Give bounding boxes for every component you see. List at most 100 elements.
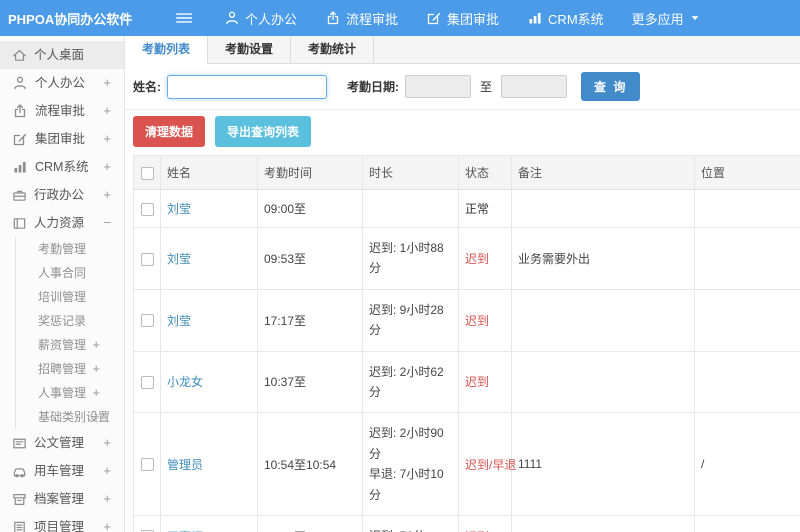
menu-toggle-button[interactable]: [174, 9, 192, 27]
expand-plus-icon[interactable]: +: [103, 429, 111, 457]
sidebar-item-2[interactable]: 个人办公 +: [0, 69, 124, 97]
name-link[interactable]: 小龙女: [167, 375, 203, 389]
name-cell: 管理员: [160, 412, 258, 516]
tab-1[interactable]: 考勤列表: [125, 36, 209, 64]
name-cell: 小龙女: [160, 350, 258, 414]
collapse-minus-icon[interactable]: −: [103, 209, 111, 237]
sidebar-item-6[interactable]: 行政办公 +: [0, 181, 124, 209]
actions-bar: 清理数据 导出查询列表: [125, 110, 800, 155]
doc-icon: [12, 436, 27, 451]
topbar-item-1[interactable]: 个人办公: [210, 9, 311, 28]
expand-plus-icon[interactable]: +: [103, 153, 111, 181]
expand-plus-icon[interactable]: +: [103, 97, 111, 125]
sidebar-subitem-6[interactable]: 招聘管理 +: [16, 357, 124, 381]
note-cell: [511, 288, 695, 352]
row-checkbox[interactable]: [140, 458, 154, 472]
topbar-item-3[interactable]: 集团审批: [412, 9, 513, 28]
sidebar-subitem-2[interactable]: 人事合同: [16, 261, 124, 285]
chart-icon: [12, 159, 28, 175]
clean-data-button[interactable]: 清理数据: [133, 116, 206, 147]
sidebar-item-label: 用车管理: [34, 464, 85, 478]
expand-plus-icon[interactable]: +: [103, 457, 111, 485]
sidebar-subitem-3[interactable]: 培训管理: [16, 285, 124, 309]
topbar-item-label: 集团审批: [447, 11, 500, 27]
name-link[interactable]: 管理员: [167, 458, 203, 472]
sidebar-item-7[interactable]: 人力资源 −: [0, 209, 124, 237]
sidebar-subitem-label: 薪资管理: [38, 338, 87, 352]
sidebar-item-label: 人力资源: [34, 216, 85, 230]
sidebar-item-label: 公文管理: [34, 436, 85, 450]
topbar-item-4[interactable]: CRM系统: [513, 9, 618, 28]
table-row: 王壹辉08:56至迟到: 56分迟到: [133, 514, 800, 532]
sidebar-subitem-1[interactable]: 考勤管理: [16, 237, 124, 261]
sidebar-item-11[interactable]: 项目管理 +: [0, 513, 124, 532]
expand-plus-icon[interactable]: +: [103, 181, 111, 209]
sidebar-item-label: 个人办公: [35, 76, 86, 90]
name-cell: 刘莹: [160, 288, 258, 352]
table-header-row: 姓名 考勤时间 时长 状态 备注 位置: [133, 155, 800, 190]
sidebar-item-8[interactable]: 公文管理 +: [0, 429, 124, 457]
briefcase-icon: [12, 188, 27, 203]
topbar-item-5[interactable]: 更多应用: [618, 9, 715, 28]
expand-plus-icon[interactable]: +: [92, 333, 100, 357]
sidebar-item-label: 个人桌面: [34, 48, 85, 62]
expand-plus-icon[interactable]: +: [103, 125, 111, 153]
share-icon: [325, 10, 341, 26]
tab-3[interactable]: 考勤统计: [291, 36, 375, 64]
sidebar-item-5[interactable]: CRM系统 +: [0, 153, 124, 181]
sidebar-subitem-label: 人事管理: [38, 386, 87, 400]
expand-plus-icon[interactable]: +: [103, 513, 111, 532]
sidebar-subitem-7[interactable]: 人事管理 +: [16, 381, 124, 405]
expand-plus-icon[interactable]: +: [103, 485, 111, 513]
row-checkbox[interactable]: [140, 252, 154, 266]
date-to-label: 至: [480, 80, 493, 94]
row-checkbox[interactable]: [140, 202, 154, 216]
status-cell: 迟到: [458, 350, 512, 414]
search-button[interactable]: 查 询: [581, 72, 641, 101]
date-from-input[interactable]: [405, 75, 471, 98]
location-cell: /: [694, 412, 800, 516]
expand-plus-icon[interactable]: +: [92, 381, 100, 405]
sidebar-item-10[interactable]: 档案管理 +: [0, 485, 124, 513]
row-checkbox[interactable]: [140, 314, 154, 328]
col-header-location: 位置: [694, 155, 800, 190]
sidebar-item-label: CRM系统: [35, 160, 89, 174]
status-badge: 迟到: [465, 251, 490, 266]
row-checkbox[interactable]: [140, 376, 154, 390]
topbar-item-2[interactable]: 流程审批: [311, 9, 412, 28]
topbar-item-label: 个人办公: [245, 11, 298, 27]
sidebar-item-3[interactable]: 流程审批 +: [0, 97, 124, 125]
sidebar-subitem-5[interactable]: 薪资管理 +: [16, 333, 124, 357]
export-list-button[interactable]: 导出查询列表: [215, 116, 312, 147]
sidebar-subitem-8[interactable]: 基础类别设置 +: [16, 405, 124, 429]
expand-plus-icon[interactable]: +: [103, 69, 111, 97]
sidebar-subitem-label: 奖惩记录: [38, 314, 87, 328]
table-row: 刘莹 17:17至 迟到: 9小时28分 迟到: [133, 288, 800, 352]
attendance-table: 姓名 考勤时间 时长 状态 备注 位置 刘莹 09:00至 正常 刘莹 09:53至 迟到…: [133, 155, 800, 532]
status-cell: 迟到: [458, 227, 512, 290]
tab-2[interactable]: 考勤设置: [208, 36, 292, 64]
time-cell: 10:54至10:54: [257, 412, 363, 516]
status-cell: 迟到/早退: [458, 412, 516, 516]
sidebar-subitem-label: 招聘管理: [38, 362, 87, 376]
topbar-menu: 个人办公 流程审批 集团审批 CRM系统 更多应用: [210, 9, 715, 28]
status-cell: 迟到: [458, 514, 512, 532]
name-link[interactable]: 刘莹: [167, 202, 191, 216]
sidebar-subitem-4[interactable]: 奖惩记录: [16, 309, 124, 333]
name-input[interactable]: [167, 74, 327, 99]
date-to-input[interactable]: [501, 75, 568, 98]
expand-plus-icon[interactable]: +: [92, 405, 100, 429]
row-checkbox-cell: [133, 227, 161, 290]
filter-bar: 姓名: 考勤日期: 至 查 询: [125, 64, 800, 110]
sidebar-item-label: 集团审批: [35, 132, 86, 146]
sidebar-item-4[interactable]: 集团审批 +: [0, 125, 124, 153]
app-logo[interactable]: PHPOA协同办公软件: [0, 9, 132, 28]
sidebar-item-9[interactable]: 用车管理 +: [0, 457, 124, 485]
name-link[interactable]: 刘莹: [167, 314, 191, 328]
select-all-checkbox[interactable]: [140, 166, 154, 180]
sidebar-item-label: 流程审批: [35, 104, 86, 118]
name-link[interactable]: 刘莹: [167, 252, 191, 266]
expand-plus-icon[interactable]: +: [92, 357, 100, 381]
col-header-name: 姓名: [160, 155, 258, 190]
sidebar-item-1[interactable]: 个人桌面: [0, 41, 124, 69]
